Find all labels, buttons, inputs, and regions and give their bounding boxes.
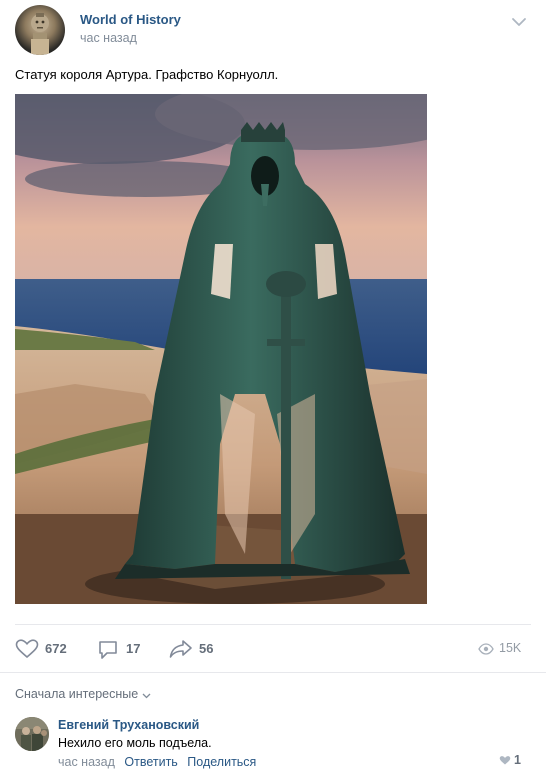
comment-item: Евгений Трухановский Нехило его моль под… <box>15 717 531 773</box>
post-header: World of History час назад <box>15 5 531 55</box>
commenter-name[interactable]: Евгений Трухановский <box>58 718 199 732</box>
share-link[interactable]: Поделиться <box>187 755 256 769</box>
post-time[interactable]: час назад <box>80 31 137 45</box>
like-count: 672 <box>45 641 67 656</box>
share-arrow-icon <box>169 640 192 658</box>
share-button[interactable]: 56 <box>169 639 221 659</box>
author-avatar[interactable] <box>15 5 65 55</box>
chevron-down-icon[interactable] <box>511 15 527 27</box>
comment-text: Нехило его моль подъела. <box>58 736 212 750</box>
heart-icon <box>15 639 39 659</box>
comment-count: 17 <box>126 641 141 656</box>
share-count: 56 <box>199 641 214 656</box>
comments-sort-dropdown[interactable]: Сначала интересные <box>15 687 151 702</box>
comment-like-count: 1 <box>514 753 521 767</box>
comment-bubble-icon <box>99 641 117 659</box>
comments-sort-label: Сначала интересные <box>15 687 139 701</box>
views-count: 15K <box>499 641 522 655</box>
comment-button[interactable]: 17 <box>97 639 147 659</box>
comment-time[interactable]: час назад <box>58 755 115 769</box>
views-counter: 15K <box>478 641 526 659</box>
avatar-bust-image <box>31 13 49 55</box>
eye-icon <box>478 643 494 655</box>
post-actions-bar: 672 17 56 15K <box>15 624 531 672</box>
commenter-avatar[interactable] <box>15 717 49 751</box>
reply-link[interactable]: Ответить <box>124 755 177 769</box>
chevron-down-icon <box>142 688 151 702</box>
comment-like-button[interactable]: 1 <box>499 753 523 769</box>
post-card: World of History час назад Статуя короля… <box>0 0 546 775</box>
author-name[interactable]: World of History <box>80 12 181 27</box>
photo-image <box>15 94 427 604</box>
comment-meta: час назад Ответить Поделиться <box>58 755 256 769</box>
divider <box>0 672 546 673</box>
like-button[interactable]: 672 <box>15 639 71 659</box>
heart-icon <box>499 756 511 765</box>
commenter-photo <box>15 717 49 751</box>
post-photo[interactable] <box>15 94 427 604</box>
post-text: Статуя короля Артура. Графство Корнуолл. <box>15 67 279 82</box>
